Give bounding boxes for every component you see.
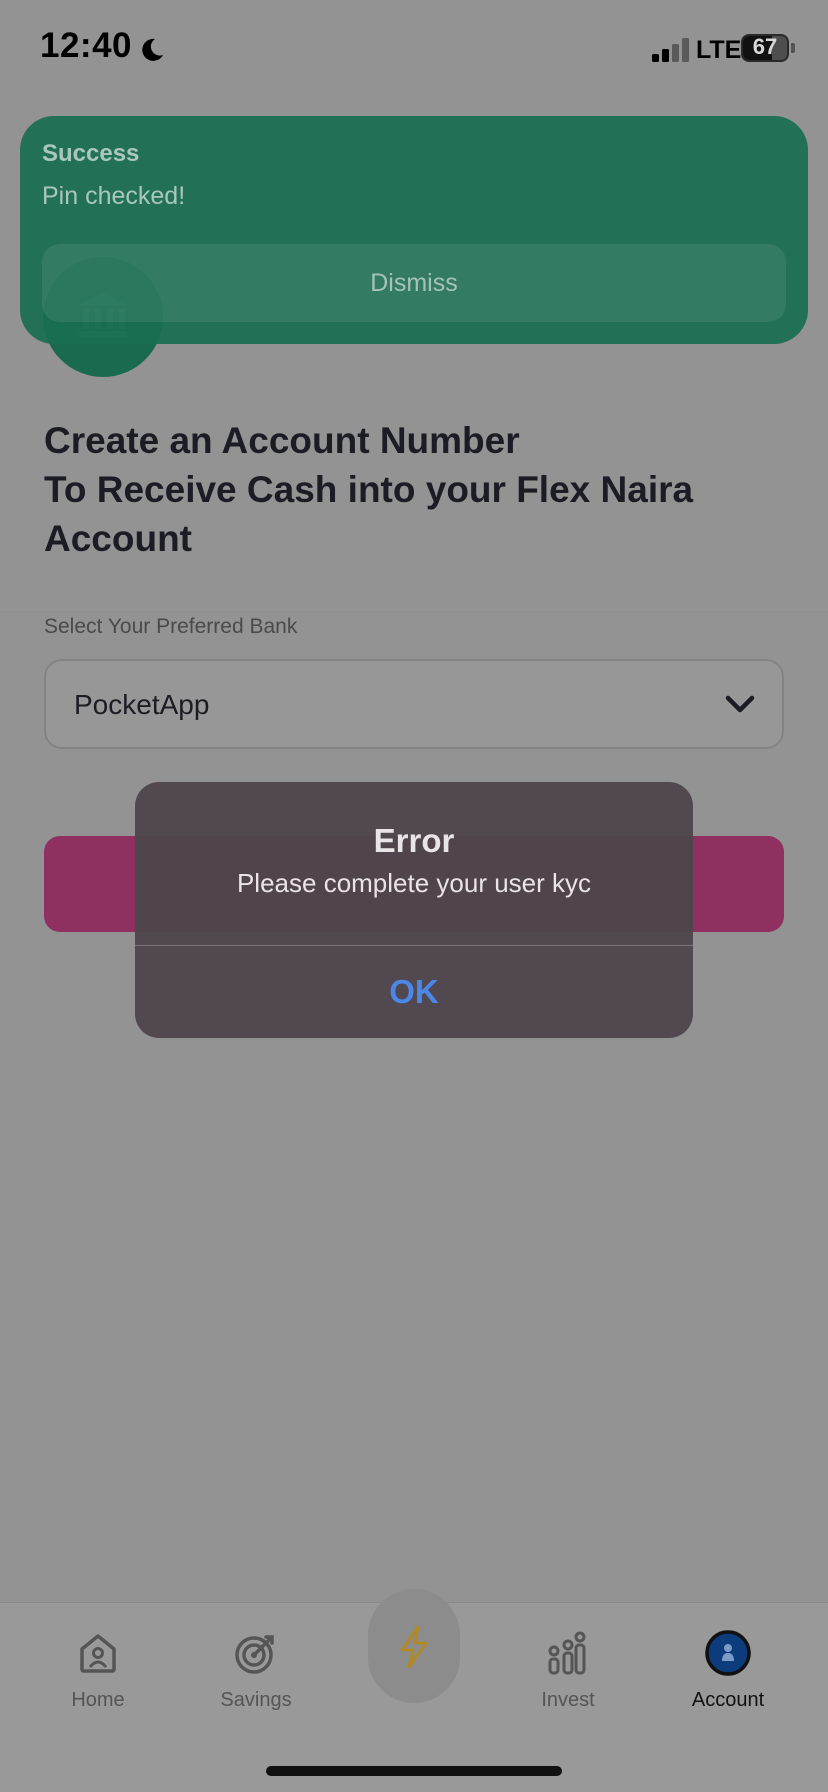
toast-title: Success [42,140,140,167]
error-alert: Error Please complete your user kyc OK [135,782,693,1038]
app-screen: 12:40 LTE 67 Success Pin checked! Dismis… [0,0,828,1792]
success-toast: Success Pin checked! Dismiss [20,116,808,344]
page-title: Create an Account Number To Receive Cash… [44,416,784,563]
moon-icon [142,38,163,61]
chevron-down-icon [725,695,755,713]
dismiss-button[interactable]: Dismiss [42,244,786,322]
battery-icon: 67 [741,34,789,62]
tab-label: Home [71,1689,125,1711]
bank-select-value: PocketApp [74,689,210,720]
account-icon [705,1630,751,1676]
status-time: 12:40 [40,26,133,65]
status-bar: 12:40 LTE 67 [0,0,828,100]
page-title-line: Account [44,518,192,559]
tab-label: Account [691,1689,765,1711]
home-indicator [266,1766,562,1776]
quick-action-button[interactable] [368,1589,460,1703]
home-icon [80,1634,116,1673]
tab-home[interactable]: Home [38,1629,158,1712]
bank-select-label: Select Your Preferred Bank [44,615,298,638]
divider [0,612,828,613]
toast-message: Pin checked! [42,182,186,210]
network-label: LTE [696,36,742,64]
alert-message: Please complete your user kyc [236,868,592,898]
tab-savings[interactable]: Savings [196,1629,316,1712]
tab-invest[interactable]: Invest [508,1629,628,1712]
bolt-icon [400,1625,428,1669]
bank-select[interactable]: PocketApp [44,659,784,749]
page-title-line: To Receive Cash into your Flex Naira [44,469,694,510]
battery-tip [791,43,795,53]
target-icon [235,1635,274,1674]
tab-account[interactable]: Account [668,1629,788,1712]
signal-icon [652,38,689,62]
tab-label: Savings [220,1689,292,1711]
alert-title: Error [373,822,455,859]
tab-label: Invest [541,1689,595,1711]
page-title-line: Create an Account Number [44,420,520,461]
chart-icon [548,1631,586,1675]
battery-level: 67 [752,34,778,59]
tab-bar: Home Savings Invest Account [0,1589,828,1792]
ok-button[interactable]: OK [135,946,693,1038]
